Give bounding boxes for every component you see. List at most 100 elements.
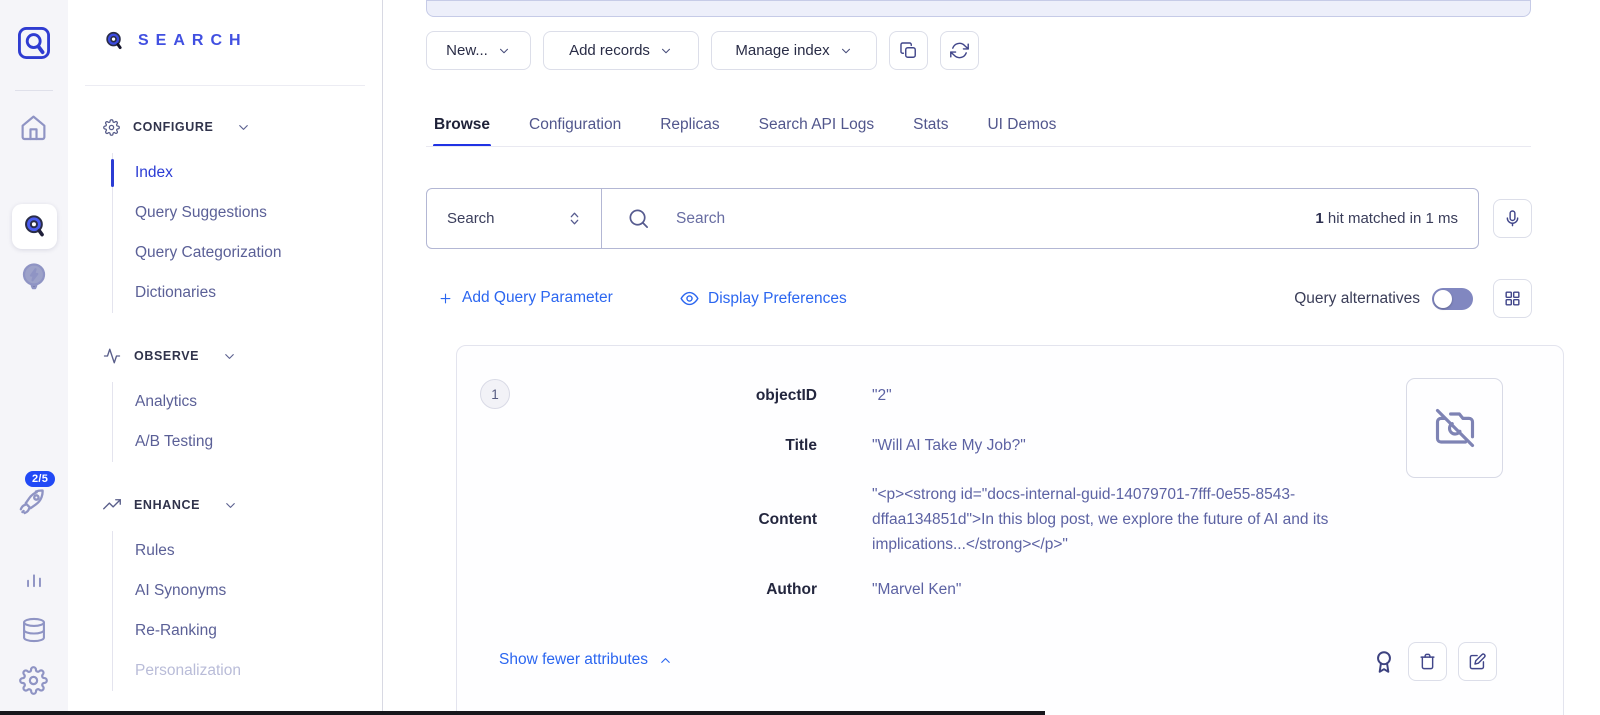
add-query-parameter-label: Add Query Parameter <box>462 289 613 307</box>
tab-search-api-logs[interactable]: Search API Logs <box>758 104 875 146</box>
query-alternatives-control: Query alternatives <box>1294 288 1473 310</box>
chevron-updown-icon <box>566 210 583 227</box>
new-button-label: New... <box>446 42 488 59</box>
eye-icon <box>680 289 699 308</box>
trash-icon <box>1418 652 1437 671</box>
search-icon <box>627 207 650 230</box>
tab-configuration[interactable]: Configuration <box>528 104 622 146</box>
search-icon <box>21 213 48 240</box>
bottom-cutoff-bar <box>0 711 1045 715</box>
record-image-placeholder <box>1406 378 1503 478</box>
icon-rail: 2/5 <box>0 0 69 715</box>
sidebar-item-dictionaries[interactable]: Dictionaries <box>135 273 382 313</box>
tab-stats[interactable]: Stats <box>912 104 949 146</box>
index-selector-partial[interactable] <box>426 0 1531 17</box>
chevron-down-icon <box>223 498 238 513</box>
main-content: New... Add records Manage index <box>383 0 1600 715</box>
section-label: OBSERVE <box>134 349 199 363</box>
search-bar: Search 1 hit matched in 1 ms <box>426 188 1479 249</box>
home-icon[interactable] <box>19 113 48 142</box>
sidebar-divider <box>85 85 365 86</box>
gear-icon[interactable] <box>19 666 48 695</box>
result-rank-badge: 1 <box>480 379 510 409</box>
manage-index-label: Manage index <box>735 42 829 59</box>
lightbulb-icon[interactable] <box>19 262 49 292</box>
display-preferences-link[interactable]: Display Preferences <box>680 289 847 308</box>
new-button[interactable]: New... <box>426 31 531 70</box>
product-title: SEARCH <box>138 32 248 50</box>
gear-icon <box>103 119 120 136</box>
observe-items: Analytics A/B Testing <box>112 382 382 462</box>
add-query-parameter-link[interactable]: Add Query Parameter <box>438 289 613 307</box>
chevron-down-icon <box>839 44 853 58</box>
show-fewer-label: Show fewer attributes <box>499 651 648 669</box>
usage-badge: 2/5 <box>25 471 55 487</box>
trending-up-icon <box>103 496 121 514</box>
edit-record-button[interactable] <box>1458 642 1497 681</box>
section-configure[interactable]: CONFIGURE <box>103 115 382 139</box>
toggle-knob <box>1434 290 1452 308</box>
tab-browse[interactable]: Browse <box>433 104 491 146</box>
hits-text: hit matched in 1 ms <box>1324 210 1458 227</box>
hits-count: 1 <box>1315 210 1323 227</box>
rocket-icon[interactable] <box>17 486 48 517</box>
chevron-down-icon <box>497 44 511 58</box>
attribute-value: "Will AI Take My Job?" <box>872 433 1026 458</box>
refresh-icon <box>950 41 969 60</box>
tabs-divider <box>426 146 1531 147</box>
query-alternatives-label: Query alternatives <box>1294 290 1420 308</box>
sidebar-item-query-categorization[interactable]: Query Categorization <box>135 233 382 273</box>
section-enhance[interactable]: ENHANCE <box>103 493 382 517</box>
attribute-row: Author "Marvel Ken" <box>457 577 1563 602</box>
sidebar-item-ab-testing[interactable]: A/B Testing <box>135 422 382 462</box>
hits-status: 1 hit matched in 1 ms <box>1315 210 1458 227</box>
record-actions <box>1371 642 1497 681</box>
search-input-area: 1 hit matched in 1 ms <box>602 189 1478 248</box>
search-type-value: Search <box>447 210 495 227</box>
add-records-button[interactable]: Add records <box>543 31 699 70</box>
search-nav-active[interactable] <box>12 204 57 249</box>
search-input[interactable] <box>674 209 1291 229</box>
search-type-select[interactable]: Search <box>427 189 602 248</box>
sidebar-item-re-ranking[interactable]: Re-Ranking <box>135 611 382 651</box>
show-fewer-attributes-link[interactable]: Show fewer attributes <box>499 651 673 669</box>
layout-grid-button[interactable] <box>1493 279 1532 318</box>
index-toolbar: New... Add records Manage index <box>426 31 979 70</box>
attribute-name: objectID <box>457 387 817 405</box>
edit-icon <box>1468 652 1487 671</box>
sidebar-item-ai-synonyms[interactable]: AI Synonyms <box>135 571 382 611</box>
algolia-logo-icon[interactable] <box>15 24 53 62</box>
display-preferences-label: Display Preferences <box>708 290 847 308</box>
section-label: ENHANCE <box>134 498 200 512</box>
sidebar-item-rules[interactable]: Rules <box>135 531 382 571</box>
tab-ui-demos[interactable]: UI Demos <box>986 104 1057 146</box>
pulse-icon <box>103 347 121 365</box>
algolia-dashboard: 2/5 <box>0 0 1600 715</box>
manage-index-button[interactable]: Manage index <box>711 31 877 70</box>
award-icon[interactable] <box>1371 649 1397 675</box>
sidebar-item-analytics[interactable]: Analytics <box>135 382 382 422</box>
index-tabs: Browse Configuration Replicas Search API… <box>433 104 1057 146</box>
refresh-button[interactable] <box>940 31 979 70</box>
copy-button[interactable] <box>889 31 928 70</box>
database-icon[interactable] <box>20 616 48 644</box>
sidebar-item-personalization[interactable]: Personalization <box>135 651 382 691</box>
results-panel: 1 objectID "2" Title "Will AI Take My Jo… <box>456 345 1564 715</box>
bar-chart-icon[interactable] <box>21 565 47 591</box>
delete-record-button[interactable] <box>1408 642 1447 681</box>
section-observe[interactable]: OBSERVE <box>103 344 382 368</box>
rail-divider <box>15 90 53 91</box>
attribute-name: Title <box>457 437 817 455</box>
attribute-name: Author <box>457 581 817 599</box>
sidebar-item-query-suggestions[interactable]: Query Suggestions <box>135 193 382 233</box>
section-label: CONFIGURE <box>133 120 213 134</box>
tab-replicas[interactable]: Replicas <box>659 104 720 146</box>
query-alternatives-toggle[interactable] <box>1432 288 1473 310</box>
plus-icon <box>438 291 453 306</box>
attribute-value: "Marvel Ken" <box>872 577 961 602</box>
attribute-row: Content "<p><strong id="docs-internal-gu… <box>457 482 1563 557</box>
voice-search-button[interactable] <box>1493 199 1532 238</box>
enhance-items: Rules AI Synonyms Re-Ranking Personaliza… <box>112 531 382 691</box>
sidebar-item-index[interactable]: Index <box>135 153 382 193</box>
configure-items: Index Query Suggestions Query Categoriza… <box>112 153 382 313</box>
